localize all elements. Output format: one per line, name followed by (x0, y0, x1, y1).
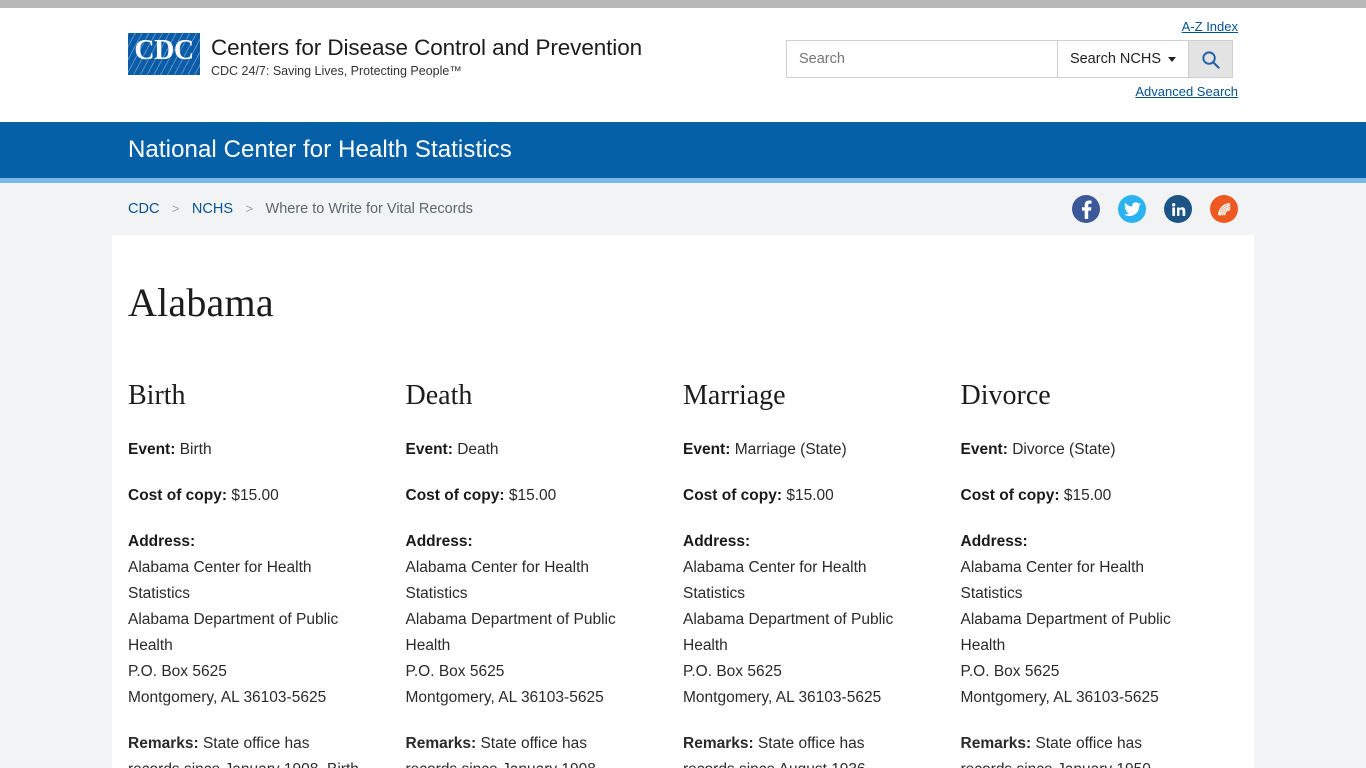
event-label: Event: (128, 441, 176, 458)
header-search-area: A-Z Index Search NCHS Advanced Search (786, 18, 1238, 101)
cdc-logo-link[interactable]: CDC Centers for Disease Control and Prev… (128, 33, 642, 78)
linkedin-share-button[interactable] (1164, 195, 1192, 223)
cost-value: $15.00 (1063, 487, 1112, 504)
address-value: Alabama Center for Health Statistics Alab… (128, 559, 339, 706)
cost-label: Cost of copy: (683, 487, 783, 504)
remarks-field: Remarks: State office has records since … (961, 731, 1197, 768)
search-icon (1202, 50, 1220, 69)
column-title: Death (405, 380, 473, 411)
address-label: Address: (128, 533, 196, 550)
address-field: Address: Alabama Center for Health Stati… (961, 529, 1197, 711)
cost-field: Cost of copy: $15.00 (406, 483, 642, 509)
a-z-index-link[interactable]: A-Z Index (1182, 19, 1238, 34)
record-column-marriage: Marriage Event: Marriage (State) Cost of… (683, 380, 961, 768)
breadcrumb-bar: CDC > NCHS > Where to Write for Vital Re… (0, 183, 1366, 235)
remarks-label: Remarks: (128, 735, 199, 752)
breadcrumb-item-cdc[interactable]: CDC (128, 201, 159, 217)
main-content-card: Alabama Birth Event: Birth Cost of copy:… (112, 235, 1254, 768)
cdc-logo-icon: CDC (128, 33, 200, 77)
search-submit-button[interactable] (1188, 41, 1232, 77)
linkedin-icon (1171, 202, 1185, 216)
cost-value: $15.00 (231, 487, 279, 504)
facebook-share-button[interactable] (1072, 195, 1100, 223)
address-field: Address: Alabama Center for Health Stati… (128, 529, 364, 711)
social-share-group (1072, 195, 1238, 223)
site-banner-title: National Center for Health Statistics (128, 136, 512, 163)
cost-field: Cost of copy: $15.00 (683, 483, 919, 509)
address-value: Alabama Center for Health Statistics Alab… (960, 559, 1171, 706)
address-field: Address: Alabama Center for Health Stati… (683, 529, 919, 711)
breadcrumb-item-current: Where to Write for Vital Records (265, 201, 473, 217)
browser-top-bar (0, 0, 1366, 8)
event-label: Event: (960, 441, 1008, 458)
address-label: Address: (405, 533, 473, 550)
event-field: Event: Divorce (State) (961, 437, 1197, 463)
remarks-field: Remarks: State office has records since … (406, 731, 642, 768)
address-value: Alabama Center for Health Statistics Alab… (405, 559, 616, 706)
cost-label: Cost of copy: (960, 487, 1060, 504)
event-value: Death (457, 441, 499, 458)
address-label: Address: (960, 533, 1028, 550)
column-title: Marriage (683, 380, 786, 411)
remarks-field: Remarks: State office has records since … (128, 731, 364, 768)
records-columns: Birth Event: Birth Cost of copy: $15.00 … (128, 380, 1238, 768)
search-scope-label: Search NCHS (1069, 51, 1161, 67)
cdc-logo-letters: CDC (134, 35, 194, 66)
twitter-share-button[interactable] (1118, 195, 1146, 223)
remarks-label: Remarks: (960, 735, 1032, 752)
column-title: Birth (128, 380, 186, 411)
page-title: Alabama (128, 280, 274, 325)
event-field: Event: Death (406, 437, 642, 463)
cost-value: $15.00 (786, 487, 834, 504)
event-value: Marriage (State) (734, 441, 847, 458)
org-title: Centers for Disease Control and Preventi… (211, 35, 643, 60)
twitter-icon (1123, 201, 1141, 216)
cost-value: $15.00 (508, 487, 557, 504)
event-field: Event: Birth (128, 437, 364, 463)
event-value: Divorce (State) (1012, 441, 1116, 458)
record-column-birth: Birth Event: Birth Cost of copy: $15.00 … (128, 380, 406, 768)
event-label: Event: (405, 441, 453, 458)
cost-label: Cost of copy: (405, 487, 505, 504)
address-label: Address: (683, 533, 751, 550)
breadcrumb-item-nchs[interactable]: NCHS (192, 201, 233, 217)
advanced-search-link[interactable]: Advanced Search (1135, 84, 1238, 99)
remarks-label: Remarks: (683, 735, 754, 752)
event-label: Event: (683, 441, 731, 458)
search-scope-dropdown[interactable]: Search NCHS (1056, 41, 1188, 77)
cost-field: Cost of copy: $15.00 (961, 483, 1197, 509)
record-column-divorce: Divorce Event: Divorce (State) Cost of c… (961, 380, 1239, 768)
address-value: Alabama Center for Health Statistics Alab… (683, 559, 894, 706)
search-bar: Search NCHS (786, 40, 1233, 78)
search-input[interactable] (787, 41, 1057, 77)
address-field: Address: Alabama Center for Health Stati… (406, 529, 642, 711)
event-field: Event: Marriage (State) (683, 437, 919, 463)
syndicate-icon (1217, 202, 1230, 215)
site-banner: National Center for Health Statistics (0, 122, 1366, 178)
cost-field: Cost of copy: $15.00 (128, 483, 364, 509)
site-header: CDC Centers for Disease Control and Prev… (0, 8, 1366, 122)
column-title: Divorce (960, 380, 1051, 411)
breadcrumb-separator: > (171, 201, 180, 216)
chevron-down-icon (1168, 56, 1176, 62)
event-value: Birth (179, 441, 212, 458)
org-tagline: CDC 24/7: Saving Lives, Protecting Peopl… (211, 64, 462, 78)
syndicate-button[interactable] (1210, 195, 1238, 223)
facebook-icon (1081, 200, 1091, 219)
remarks-field: Remarks: State office has records since … (683, 731, 919, 768)
breadcrumb: CDC > NCHS > Where to Write for Vital Re… (128, 200, 473, 218)
remarks-label: Remarks: (405, 735, 477, 752)
breadcrumb-separator: > (245, 201, 254, 216)
record-column-death: Death Event: Death Cost of copy: $15.00 … (406, 380, 684, 768)
cost-label: Cost of copy: (128, 487, 228, 504)
